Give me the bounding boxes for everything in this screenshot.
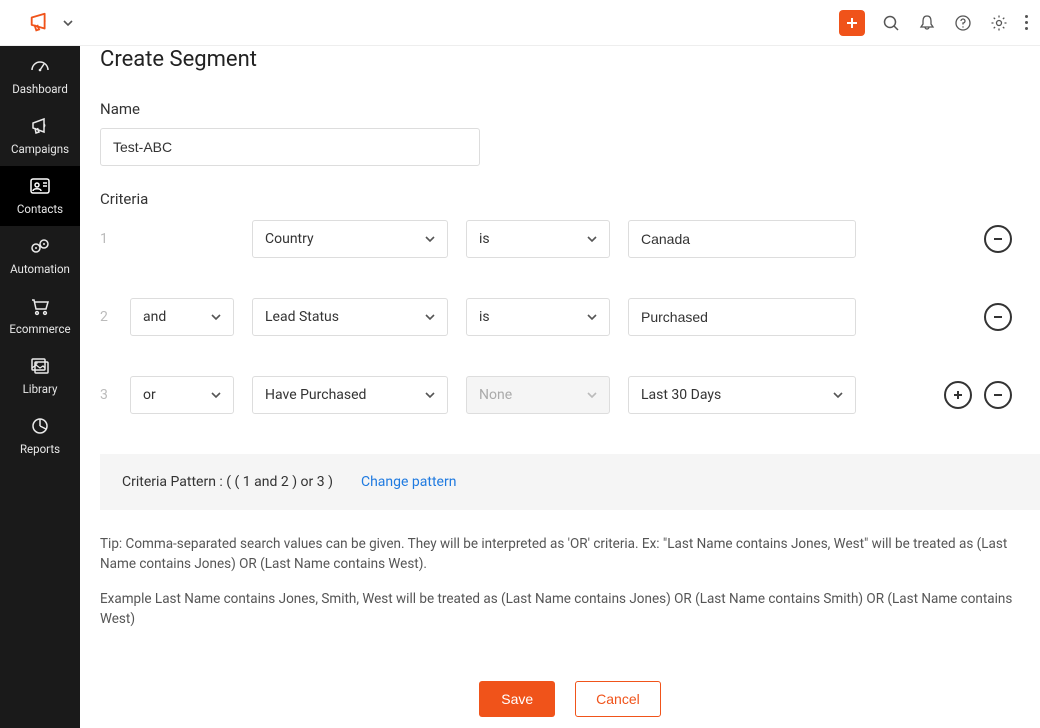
dashboard-icon (28, 56, 52, 76)
example-text: Example Last Name contains Jones, Smith,… (100, 589, 1040, 630)
chevron-down-icon (209, 310, 223, 324)
tips: Tip: Comma-separated search values can b… (100, 510, 1040, 655)
row-number: 2 (100, 309, 112, 325)
more-menu-icon[interactable] (1025, 15, 1028, 30)
operator-select-disabled: None (466, 376, 610, 414)
bell-icon[interactable] (917, 13, 937, 33)
operator-select[interactable]: is (466, 298, 610, 336)
operator-select[interactable]: is (466, 220, 610, 258)
sidebar-item-automation[interactable]: Automation (0, 226, 80, 286)
name-input[interactable] (100, 128, 480, 166)
megaphone-icon (28, 116, 52, 136)
field-select[interactable]: Country (252, 220, 448, 258)
criteria-pattern-box: Criteria Pattern : ( ( 1 and 2 ) or 3 ) … (100, 454, 1040, 510)
select-value: and (143, 309, 166, 325)
sidebar-item-label: Dashboard (12, 82, 68, 96)
app-logo (28, 11, 52, 35)
add-row-button[interactable] (944, 381, 972, 409)
select-value: is (479, 309, 490, 325)
sidebar-item-label: Reports (20, 442, 60, 456)
select-value: Last 30 Days (641, 387, 721, 403)
topbar (0, 0, 1040, 46)
chevron-down-icon (209, 388, 223, 402)
chevron-down-icon (585, 388, 599, 402)
contacts-icon (28, 176, 52, 196)
cart-icon (28, 296, 52, 316)
criteria-row: 2 and Lead Status is (100, 298, 1040, 336)
field-select[interactable]: Lead Status (252, 298, 448, 336)
sidebar-item-dashboard[interactable]: Dashboard (0, 46, 80, 106)
search-icon[interactable] (881, 13, 901, 33)
select-value: Country (265, 231, 314, 247)
row-number: 1 (100, 231, 112, 247)
change-pattern-link[interactable]: Change pattern (361, 474, 456, 490)
criteria-row: 3 or Have Purchased None Last 30 Day (100, 376, 1040, 414)
chevron-down-icon (423, 388, 437, 402)
row-number: 3 (100, 387, 112, 403)
sidebar: Dashboard Campaigns Contacts Automation … (0, 0, 80, 728)
chevron-down-icon (423, 310, 437, 324)
reports-icon (28, 416, 52, 436)
chevron-down-icon (423, 232, 437, 246)
sidebar-item-label: Contacts (17, 202, 63, 216)
footer-actions: Save Cancel (100, 655, 1040, 728)
criteria-rows: 1 Country is (100, 208, 1040, 414)
sidebar-item-label: Automation (10, 262, 70, 276)
criteria-label: Criteria (100, 166, 1040, 208)
select-value: is (479, 231, 490, 247)
remove-row-button[interactable] (984, 381, 1012, 409)
content: Contacts › Segments › create Create Segm… (80, 0, 1040, 728)
main: Contacts › Segments › create Create Segm… (80, 0, 1040, 728)
automation-icon (28, 236, 52, 256)
field-select[interactable]: Have Purchased (252, 376, 448, 414)
logic-select[interactable]: or (130, 376, 234, 414)
library-icon (28, 356, 52, 376)
tip-text: Tip: Comma-separated search values can b… (100, 534, 1040, 575)
help-icon[interactable] (953, 13, 973, 33)
cancel-button[interactable]: Cancel (575, 681, 661, 717)
create-button[interactable] (839, 10, 865, 36)
chevron-down-icon (585, 232, 599, 246)
remove-row-button[interactable] (984, 303, 1012, 331)
sidebar-item-ecommerce[interactable]: Ecommerce (0, 286, 80, 346)
criteria-pattern-text: Criteria Pattern : ( ( 1 and 2 ) or 3 ) (122, 474, 333, 490)
logic-select[interactable]: and (130, 298, 234, 336)
chevron-down-icon (585, 310, 599, 324)
name-label: Name (100, 100, 1040, 128)
sidebar-item-contacts[interactable]: Contacts (0, 166, 80, 226)
remove-row-button[interactable] (984, 225, 1012, 253)
value-select[interactable]: Last 30 Days (628, 376, 856, 414)
app-switcher-chevron[interactable] (58, 13, 78, 33)
select-value: Lead Status (265, 309, 339, 325)
sidebar-item-library[interactable]: Library (0, 346, 80, 406)
page-title: Create Segment (100, 39, 1040, 90)
sidebar-item-campaigns[interactable]: Campaigns (0, 106, 80, 166)
criteria-row: 1 Country is (100, 220, 1040, 258)
select-value: None (479, 387, 512, 403)
value-input[interactable] (628, 220, 856, 258)
select-value: or (143, 387, 156, 403)
sidebar-item-label: Ecommerce (9, 322, 70, 336)
gear-icon[interactable] (989, 13, 1009, 33)
sidebar-item-label: Campaigns (11, 142, 69, 156)
chevron-down-icon (831, 388, 845, 402)
sidebar-item-label: Library (23, 382, 58, 396)
sidebar-item-reports[interactable]: Reports (0, 406, 80, 466)
value-input[interactable] (628, 298, 856, 336)
select-value: Have Purchased (265, 387, 366, 403)
save-button[interactable]: Save (479, 681, 555, 717)
